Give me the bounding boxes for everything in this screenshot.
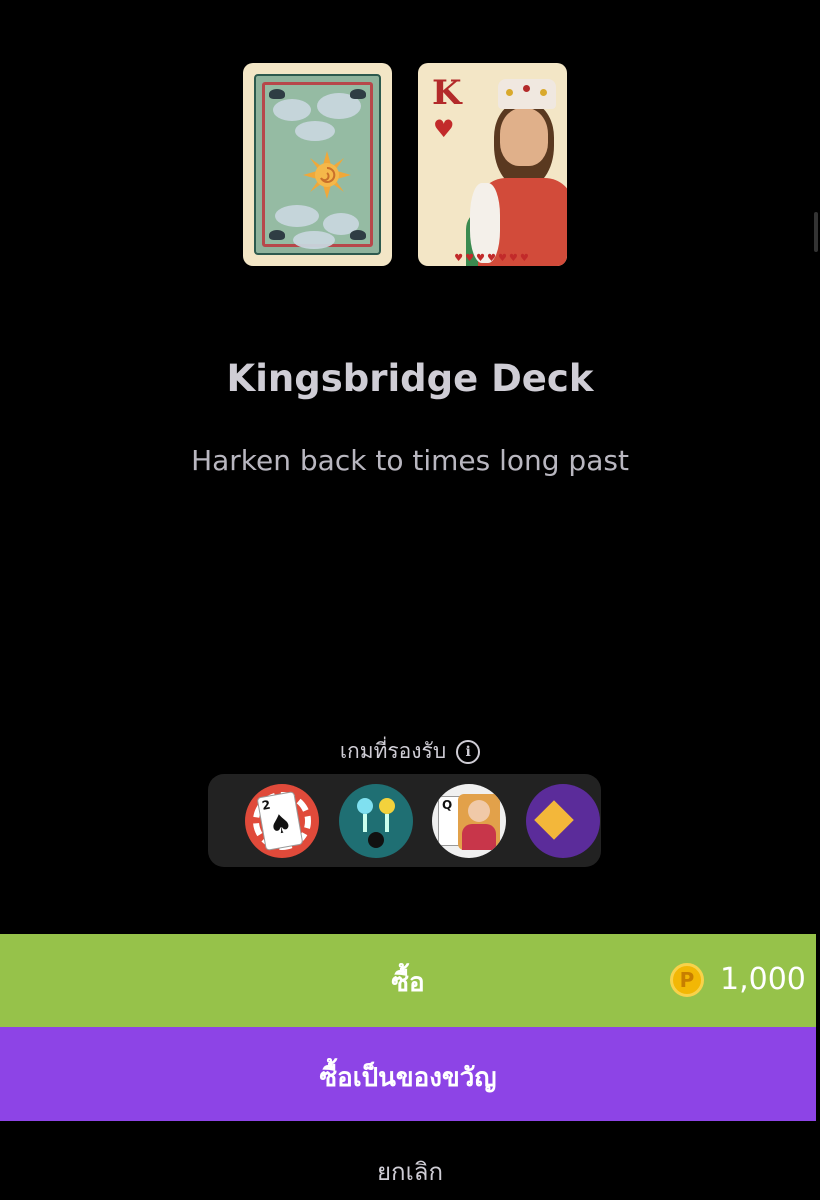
buy-button[interactable]: ซื้อ P 1,000 (0, 934, 816, 1027)
hearts-border: ♥♥♥♥♥♥♥ (454, 253, 531, 264)
king-portrait (500, 108, 548, 166)
deck-card-front-king: K ♥ ♥♥♥♥♥♥♥ (418, 63, 567, 266)
queen-cards-game-icon[interactable]: Q (432, 784, 506, 858)
info-icon[interactable]: i (456, 740, 481, 764)
crown-icon (498, 79, 556, 109)
price-value: 1,000 (720, 962, 806, 997)
card-rank: K (432, 73, 462, 113)
deck-subtitle: Harken back to times long past (191, 444, 629, 477)
scroll-indicator (814, 212, 818, 252)
purple-game-icon[interactable] (526, 784, 600, 858)
deck-card-back (243, 63, 392, 266)
deck-title: Kingsbridge Deck (226, 357, 594, 400)
supported-games-list[interactable]: 2 ♠ Q (208, 774, 601, 867)
heart-suit-icon: ♥ (433, 115, 455, 143)
gift-label: ซื้อเป็นของขวัญ (319, 1063, 497, 1093)
sun-icon (303, 151, 351, 199)
coin-icon: P (670, 963, 704, 997)
cancel-button[interactable]: ยกเลิก (0, 1152, 820, 1191)
buy-as-gift-button[interactable]: ซื้อเป็นของขวัญ (0, 1027, 816, 1121)
supported-games-label: เกมที่รองรับ i (0, 735, 820, 768)
poker-chip-game-icon[interactable]: 2 ♠ (245, 784, 319, 858)
pins-game-icon[interactable] (339, 784, 413, 858)
card-back-pattern (254, 74, 381, 255)
